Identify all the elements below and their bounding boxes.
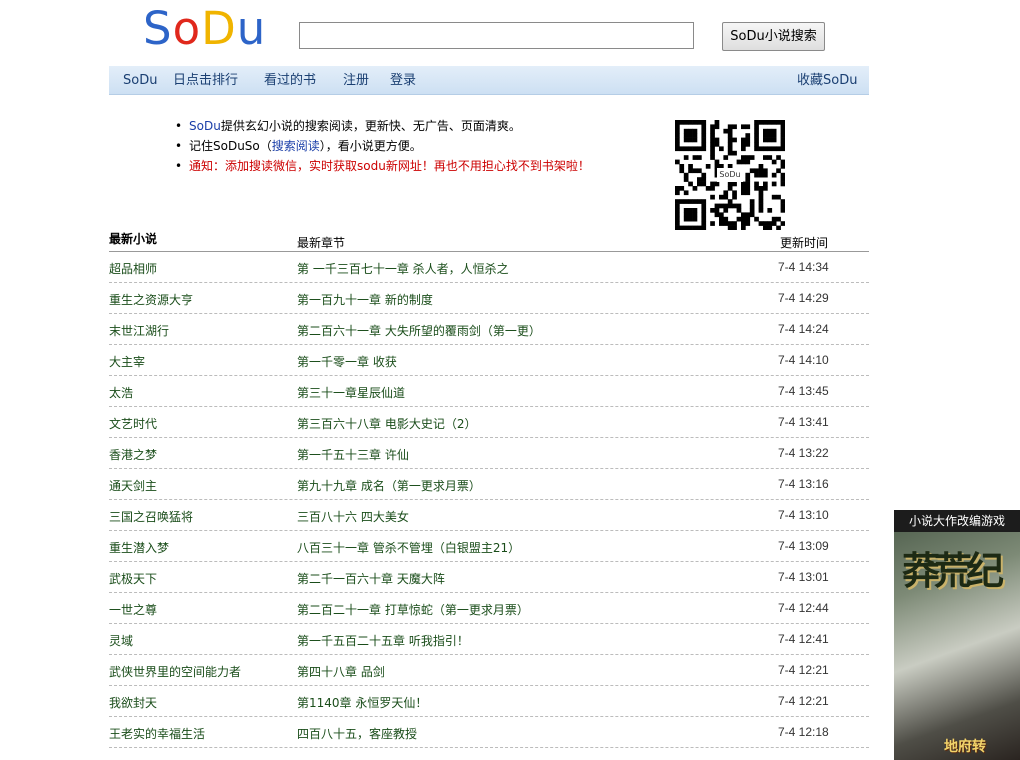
table-row: 通天剑主 第九十九章 成名（第一更求月票） 7-4 13:16 xyxy=(109,469,869,500)
nav-bar: SoDu 日点击排行 看过的书 注册 登录 收藏SoDu xyxy=(109,66,869,95)
novel-title-link[interactable]: 武侠世界里的空间能力者 xyxy=(109,663,241,680)
header-latest-chapter: 最新章节 xyxy=(297,236,346,250)
update-time: 7-4 13:16 xyxy=(778,477,829,491)
search-input[interactable] xyxy=(299,22,694,49)
notice-list: SoDu提供玄幻小说的搜索阅读，更新快、无广告、页面清爽。 记住SoDuSo（搜… xyxy=(175,116,590,176)
novel-title-link[interactable]: 太浩 xyxy=(109,384,133,401)
logo-letter-u: u xyxy=(236,2,267,55)
chapter-link[interactable]: 三百八十六 四大美女 xyxy=(297,508,409,525)
table-body: 超品相师第 一千三百七十一章 杀人者，人恒杀之 7-4 14:34 重生之资源大亨第… xyxy=(109,252,869,748)
chapter-link[interactable]: 第四十八章 品剑 xyxy=(297,663,385,680)
novel-title-link[interactable]: 香港之梦 xyxy=(109,446,157,463)
ad-game-logo: 莽荒纪 xyxy=(902,548,1004,593)
game-ad-banner[interactable]: 小说大作改编游戏 莽荒纪 地府转 xyxy=(894,510,1020,760)
update-time: 7-4 12:21 xyxy=(778,663,829,677)
chapter-link[interactable]: 第二千一百六十章 天魔大阵 xyxy=(297,570,445,587)
notice-remember-pre: 记住SoDuSo（ xyxy=(189,139,272,153)
novel-title-link[interactable]: 超品相师 xyxy=(109,260,157,277)
wechat-qr-code: SoDu xyxy=(675,120,786,231)
nav-item-daily-ranking[interactable]: 日点击排行 xyxy=(173,66,238,95)
novel-title-link[interactable]: 通天剑主 xyxy=(109,477,157,494)
chapter-link[interactable]: 第九十九章 成名（第一更求月票） xyxy=(297,477,481,494)
novel-title-link[interactable]: 王老实的幸福生活 xyxy=(109,725,205,742)
update-time: 7-4 13:01 xyxy=(778,570,829,584)
table-row: 三国之召唤猛将 三百八十六 四大美女 7-4 13:10 xyxy=(109,500,869,531)
novel-title-link[interactable]: 一世之尊 xyxy=(109,601,157,618)
table-row: 超品相师 第 一千三百七十一章 杀人者，人恒杀之 7-4 14:34 xyxy=(109,252,869,283)
header-latest-novel: 最新小说 xyxy=(109,232,158,246)
chapter-link[interactable]: 第一千零一章 收获 xyxy=(297,353,397,370)
update-time: 7-4 13:45 xyxy=(778,384,829,398)
logo-letter-s: S xyxy=(143,2,173,55)
table-row: 一世之尊 第二百二十一章 打草惊蛇（第一更求月票） 7-4 12:44 xyxy=(109,593,869,624)
chapter-link[interactable]: 四百八十五，客座教授 xyxy=(297,725,417,742)
novel-title-link[interactable]: 重生潜入梦 xyxy=(109,539,169,556)
search-button[interactable]: SoDu小说搜索 xyxy=(722,22,825,51)
update-time: 7-4 12:44 xyxy=(778,601,829,615)
update-time: 7-4 14:10 xyxy=(778,353,829,367)
logo-letter-o: o xyxy=(172,2,202,55)
table-row: 末世江湖行 第二百六十一章 大失所望的覆雨剑（第一更） 7-4 14:24 xyxy=(109,314,869,345)
update-time: 7-4 13:10 xyxy=(778,508,829,522)
chapter-link[interactable]: 第一千五十三章 许仙 xyxy=(297,446,409,463)
novel-title-link[interactable]: 重生之资源大亨 xyxy=(109,291,193,308)
table-row: 重生潜入梦 八百三十一章 管杀不管埋（白银盟主21） 7-4 13:09 xyxy=(109,531,869,562)
notice-item-intro: SoDu提供玄幻小说的搜索阅读，更新快、无广告、页面清爽。 xyxy=(175,116,590,136)
chapter-link[interactable]: 第三十一章星辰仙道 xyxy=(297,384,405,401)
nav-item-history[interactable]: 看过的书 xyxy=(264,66,316,95)
notice-brand: SoDu xyxy=(189,119,221,133)
novel-title-link[interactable]: 我欲封天 xyxy=(109,694,157,711)
chapter-link[interactable]: 八百三十一章 管杀不管埋（白银盟主21） xyxy=(297,539,520,556)
update-time: 7-4 13:09 xyxy=(778,539,829,553)
novel-title-link[interactable]: 大主宰 xyxy=(109,353,145,370)
notice-item-wechat: 通知：添加搜读微信，实时获取sodu新网址！再也不用担心找不到书架啦！ xyxy=(175,156,590,176)
table-header: 最新小说 最新章节 更新时间 xyxy=(109,230,869,252)
notice-remember-post: ），看小说更方便。 xyxy=(319,139,422,153)
ad-title: 小说大作改编游戏 xyxy=(894,510,1020,532)
notice-intro-text: 提供玄幻小说的搜索阅读，更新快、无广告、页面清爽。 xyxy=(220,119,521,133)
table-row: 香港之梦 第一千五十三章 许仙 7-4 13:22 xyxy=(109,438,869,469)
update-time: 7-4 14:34 xyxy=(778,260,829,274)
header-update-time: 更新时间 xyxy=(780,236,829,250)
table-row: 文艺时代 第三百六十八章 电影大史记（2） 7-4 13:41 xyxy=(109,407,869,438)
nav-favorite-link[interactable]: 收藏SoDu xyxy=(797,66,857,95)
table-row: 我欲封天 第1140章 永恒罗天仙！ 7-4 12:21 xyxy=(109,686,869,717)
update-time: 7-4 13:22 xyxy=(778,446,829,460)
table-row: 灵域 第一千五百二十五章 听我指引！ 7-4 12:41 xyxy=(109,624,869,655)
novel-title-link[interactable]: 文艺时代 xyxy=(109,415,157,432)
table-row: 武极天下 第二千一百六十章 天魔大阵 7-4 13:01 xyxy=(109,562,869,593)
ad-footer-text: 地府转 xyxy=(944,739,986,755)
chapter-link[interactable]: 第二百二十一章 打草惊蛇（第一更求月票） xyxy=(297,601,529,618)
novel-title-link[interactable]: 灵域 xyxy=(109,632,133,649)
chapter-link[interactable]: 第二百六十一章 大失所望的覆雨剑（第一更） xyxy=(297,322,541,339)
table-row: 太浩 第三十一章星辰仙道 7-4 13:45 xyxy=(109,376,869,407)
table-row: 武侠世界里的空间能力者 第四十八章 品剑 7-4 12:21 xyxy=(109,655,869,686)
chapter-link[interactable]: 第 一千三百七十一章 杀人者，人恒杀之 xyxy=(297,260,509,277)
qr-logo-label: SoDu xyxy=(717,168,743,182)
table-row: 重生之资源大亨 第一百九十一章 新的制度 7-4 14:29 xyxy=(109,283,869,314)
update-time: 7-4 14:29 xyxy=(778,291,829,305)
novel-title-link[interactable]: 武极天下 xyxy=(109,570,157,587)
chapter-link[interactable]: 第一千五百二十五章 听我指引！ xyxy=(297,632,469,649)
nav-item-login[interactable]: 登录 xyxy=(390,66,416,95)
logo-letter-d: D xyxy=(201,2,237,55)
update-time: 7-4 12:21 xyxy=(778,694,829,708)
novel-title-link[interactable]: 三国之召唤猛将 xyxy=(109,508,193,525)
update-time: 7-4 13:41 xyxy=(778,415,829,429)
update-time: 7-4 12:41 xyxy=(778,632,829,646)
chapter-link[interactable]: 第一百九十一章 新的制度 xyxy=(297,291,433,308)
chapter-link[interactable]: 第1140章 永恒罗天仙！ xyxy=(297,694,427,711)
table-row: 王老实的幸福生活 四百八十五，客座教授 7-4 12:18 xyxy=(109,717,869,748)
table-row: 大主宰 第一千零一章 收获 7-4 14:10 xyxy=(109,345,869,376)
chapter-link[interactable]: 第三百六十八章 电影大史记（2） xyxy=(297,415,476,432)
sodu-logo[interactable]: SoDu xyxy=(143,5,266,53)
search-read-link[interactable]: 搜索阅读 xyxy=(272,139,320,153)
update-time: 7-4 12:18 xyxy=(778,725,829,739)
novel-title-link[interactable]: 末世江湖行 xyxy=(109,322,169,339)
nav-item-register[interactable]: 注册 xyxy=(343,66,369,95)
update-time: 7-4 14:24 xyxy=(778,322,829,336)
nav-item-home[interactable]: SoDu xyxy=(123,66,157,95)
latest-novels-table: 最新小说 最新章节 更新时间 超品相师 第 一千三百七十一章 杀人者，人恒杀之 7-… xyxy=(109,230,869,748)
notice-item-remember: 记住SoDuSo（搜索阅读），看小说更方便。 xyxy=(175,136,590,156)
